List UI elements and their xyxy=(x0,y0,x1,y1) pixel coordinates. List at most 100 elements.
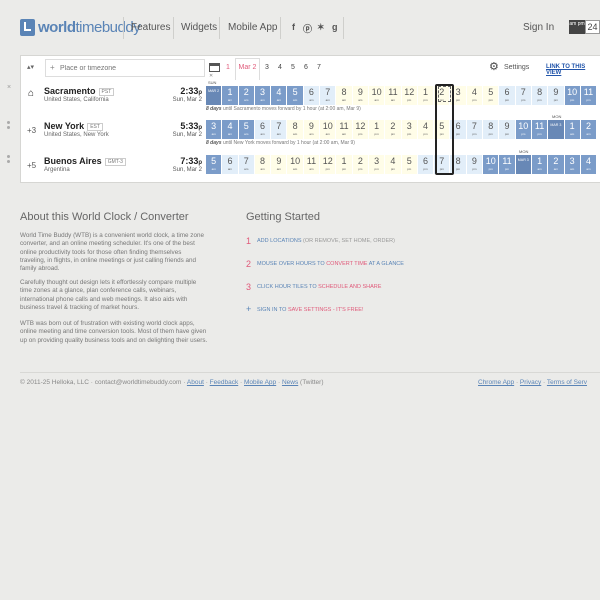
hour-tile[interactable]: 9 am xyxy=(271,155,288,174)
hour-tile[interactable]: 1 pm xyxy=(417,86,435,105)
google-plus-icon[interactable]: g xyxy=(332,22,338,32)
hour-tile[interactable]: 9 pm xyxy=(499,120,516,139)
step-add-locations[interactable]: ADD LOCATIONS (OR REMOVE, SET HOME, ORDE… xyxy=(257,238,395,244)
link-to-view[interactable]: LINK TO THIS VIEW xyxy=(546,64,600,76)
hour-tile[interactable]: 8 pm xyxy=(483,120,500,139)
hour-tile[interactable]: 7 am xyxy=(238,155,255,174)
date-change-tile[interactable]: MAR 3 xyxy=(548,120,565,139)
hour-tile[interactable]: 1 pm xyxy=(368,120,386,139)
ampm-toggle[interactable]: am pm xyxy=(569,20,585,34)
hour-tile[interactable]: 11 pm xyxy=(499,155,516,174)
sort-arrows-icon[interactable]: ▴▾ xyxy=(27,63,34,71)
drag-handle-icon[interactable] xyxy=(7,121,10,131)
hour-tile[interactable]: 7 am xyxy=(271,120,288,139)
hour-tile[interactable]: 5 am xyxy=(287,86,304,105)
hour-tile[interactable]: 3 pm xyxy=(450,86,467,105)
hour-tile[interactable]: 9 am xyxy=(303,120,321,139)
hour-tile[interactable]: 4 pm xyxy=(466,86,484,105)
hour-tile[interactable]: 2 am xyxy=(580,120,598,139)
hour-tile[interactable]: 12 pm xyxy=(401,86,418,105)
hour-tile[interactable]: 11 am xyxy=(385,86,402,105)
footer-twitter[interactable]: (Twitter) xyxy=(300,379,323,386)
hour-tile[interactable]: 4 pm xyxy=(385,155,402,174)
hour-tile[interactable]: 6 pm xyxy=(450,120,467,139)
step-convert-time[interactable]: MOUSE OVER HOURS TO CONVERT TIME AT A GL… xyxy=(257,261,404,267)
timezone-row-sacramento[interactable]: ⌂ Sacramento PST United States, Californi… xyxy=(20,82,205,118)
gear-icon[interactable]: ⚙ xyxy=(489,62,499,73)
place-search-input[interactable] xyxy=(45,59,205,77)
hour-tile[interactable]: 6 pm xyxy=(499,86,516,105)
hour-tile[interactable]: 6 am xyxy=(254,120,272,139)
hour-tile[interactable]: 1 am xyxy=(222,86,239,105)
hour-tile[interactable]: 8 pm xyxy=(450,155,467,174)
remove-row-icon[interactable]: × xyxy=(7,84,11,91)
contact-email[interactable]: contact@worldtimebuddy.com xyxy=(95,379,182,386)
hour-tile[interactable]: 11 am xyxy=(336,120,353,139)
hour-tile[interactable]: 5 am xyxy=(206,155,223,174)
hour-tile[interactable]: 1 pm xyxy=(336,155,353,174)
pinterest-icon[interactable]: ⓟ xyxy=(303,22,312,35)
date-prev[interactable]: 1 xyxy=(226,64,230,71)
home-icon[interactable]: ⌂ xyxy=(28,88,34,99)
nav-features[interactable]: Features xyxy=(131,22,170,33)
hour-tile[interactable]: 7 pm xyxy=(434,155,451,174)
footer-mobile-link[interactable]: Mobile App xyxy=(244,379,276,386)
hour-tile[interactable]: 6 am xyxy=(222,155,239,174)
hour-tile[interactable]: 10 am xyxy=(368,86,386,105)
nav-mobile-app[interactable]: Mobile App xyxy=(228,22,277,33)
hour-tile[interactable]: 6 pm xyxy=(417,155,435,174)
hour-tile[interactable]: 12 pm xyxy=(320,155,337,174)
hour-tile[interactable]: 10 am xyxy=(320,120,337,139)
hour-tile[interactable]: 8 pm xyxy=(531,86,549,105)
hour-tile[interactable]: 10 pm xyxy=(483,155,500,174)
facebook-icon[interactable]: f xyxy=(292,22,295,32)
hour-tile[interactable]: 5 pm xyxy=(434,120,451,139)
footer-feedback-link[interactable]: Feedback xyxy=(210,379,239,386)
hour-tile[interactable]: 5 pm xyxy=(401,155,418,174)
date-selected-tab[interactable]: Mar 2 xyxy=(235,58,260,80)
24h-toggle[interactable]: 24 xyxy=(585,20,600,34)
twitter-icon[interactable]: ✶ xyxy=(317,22,325,33)
hour-tile[interactable]: 3 am xyxy=(564,155,581,174)
hour-tile[interactable]: 9 pm xyxy=(548,86,565,105)
hour-tile[interactable]: 3 am xyxy=(206,120,223,139)
hour-tile[interactable]: 4 am xyxy=(222,120,239,139)
footer-privacy-link[interactable]: Privacy xyxy=(520,379,541,386)
hour-tile[interactable]: 3 pm xyxy=(401,120,418,139)
hour-tile[interactable]: 10 pm xyxy=(564,86,581,105)
hour-tile[interactable]: 2 am xyxy=(238,86,255,105)
timezone-row-new-york[interactable]: +3 New York EST United States, New York 5… xyxy=(20,117,205,153)
hour-tile[interactable]: 7 pm xyxy=(515,86,532,105)
hour-tile[interactable]: 7 pm xyxy=(466,120,484,139)
hour-tile[interactable]: 10 am xyxy=(287,155,304,174)
footer-news-link[interactable]: News xyxy=(282,379,298,386)
hour-tile[interactable]: 3 pm xyxy=(368,155,386,174)
hour-tile[interactable]: 2 pm xyxy=(352,155,369,174)
date-change-tile[interactable]: MAR 3 xyxy=(515,155,532,174)
date-option[interactable]: 7 xyxy=(317,64,321,71)
hour-tile[interactable]: 2 am xyxy=(548,155,565,174)
hour-tile[interactable]: 6 am xyxy=(303,86,321,105)
hour-tile[interactable]: 5 pm xyxy=(483,86,500,105)
nav-widgets[interactable]: Widgets xyxy=(181,22,217,33)
footer-terms-link[interactable]: Terms of Serv xyxy=(547,379,587,386)
hour-tile[interactable]: 11 pm xyxy=(531,120,549,139)
footer-about-link[interactable]: About xyxy=(187,379,204,386)
hour-tile[interactable]: 11 pm xyxy=(580,86,598,105)
hour-tile[interactable]: 7 am xyxy=(320,86,337,105)
hour-tile[interactable]: 4 am xyxy=(271,86,288,105)
hour-tile[interactable]: 11 am xyxy=(303,155,321,174)
settings-button[interactable]: Settings xyxy=(504,64,529,71)
calendar-close-icon[interactable]: ✕ xyxy=(209,73,213,79)
date-option[interactable]: 5 xyxy=(291,64,295,71)
hour-tile[interactable]: 2 pm xyxy=(385,120,402,139)
step-schedule-share[interactable]: CLICK HOUR TILES TO SCHEDULE AND SHARE xyxy=(257,284,381,290)
date-option[interactable]: 3 xyxy=(265,64,269,71)
date-change-tile[interactable]: MAR 2 xyxy=(206,86,223,105)
footer-chrome-link[interactable]: Chrome App xyxy=(478,379,514,386)
date-option[interactable]: 4 xyxy=(278,64,282,71)
date-option[interactable]: 6 xyxy=(304,64,308,71)
hour-tile[interactable]: 1 am xyxy=(564,120,581,139)
calendar-icon[interactable] xyxy=(209,63,220,72)
hour-tile[interactable]: 10 pm xyxy=(515,120,532,139)
